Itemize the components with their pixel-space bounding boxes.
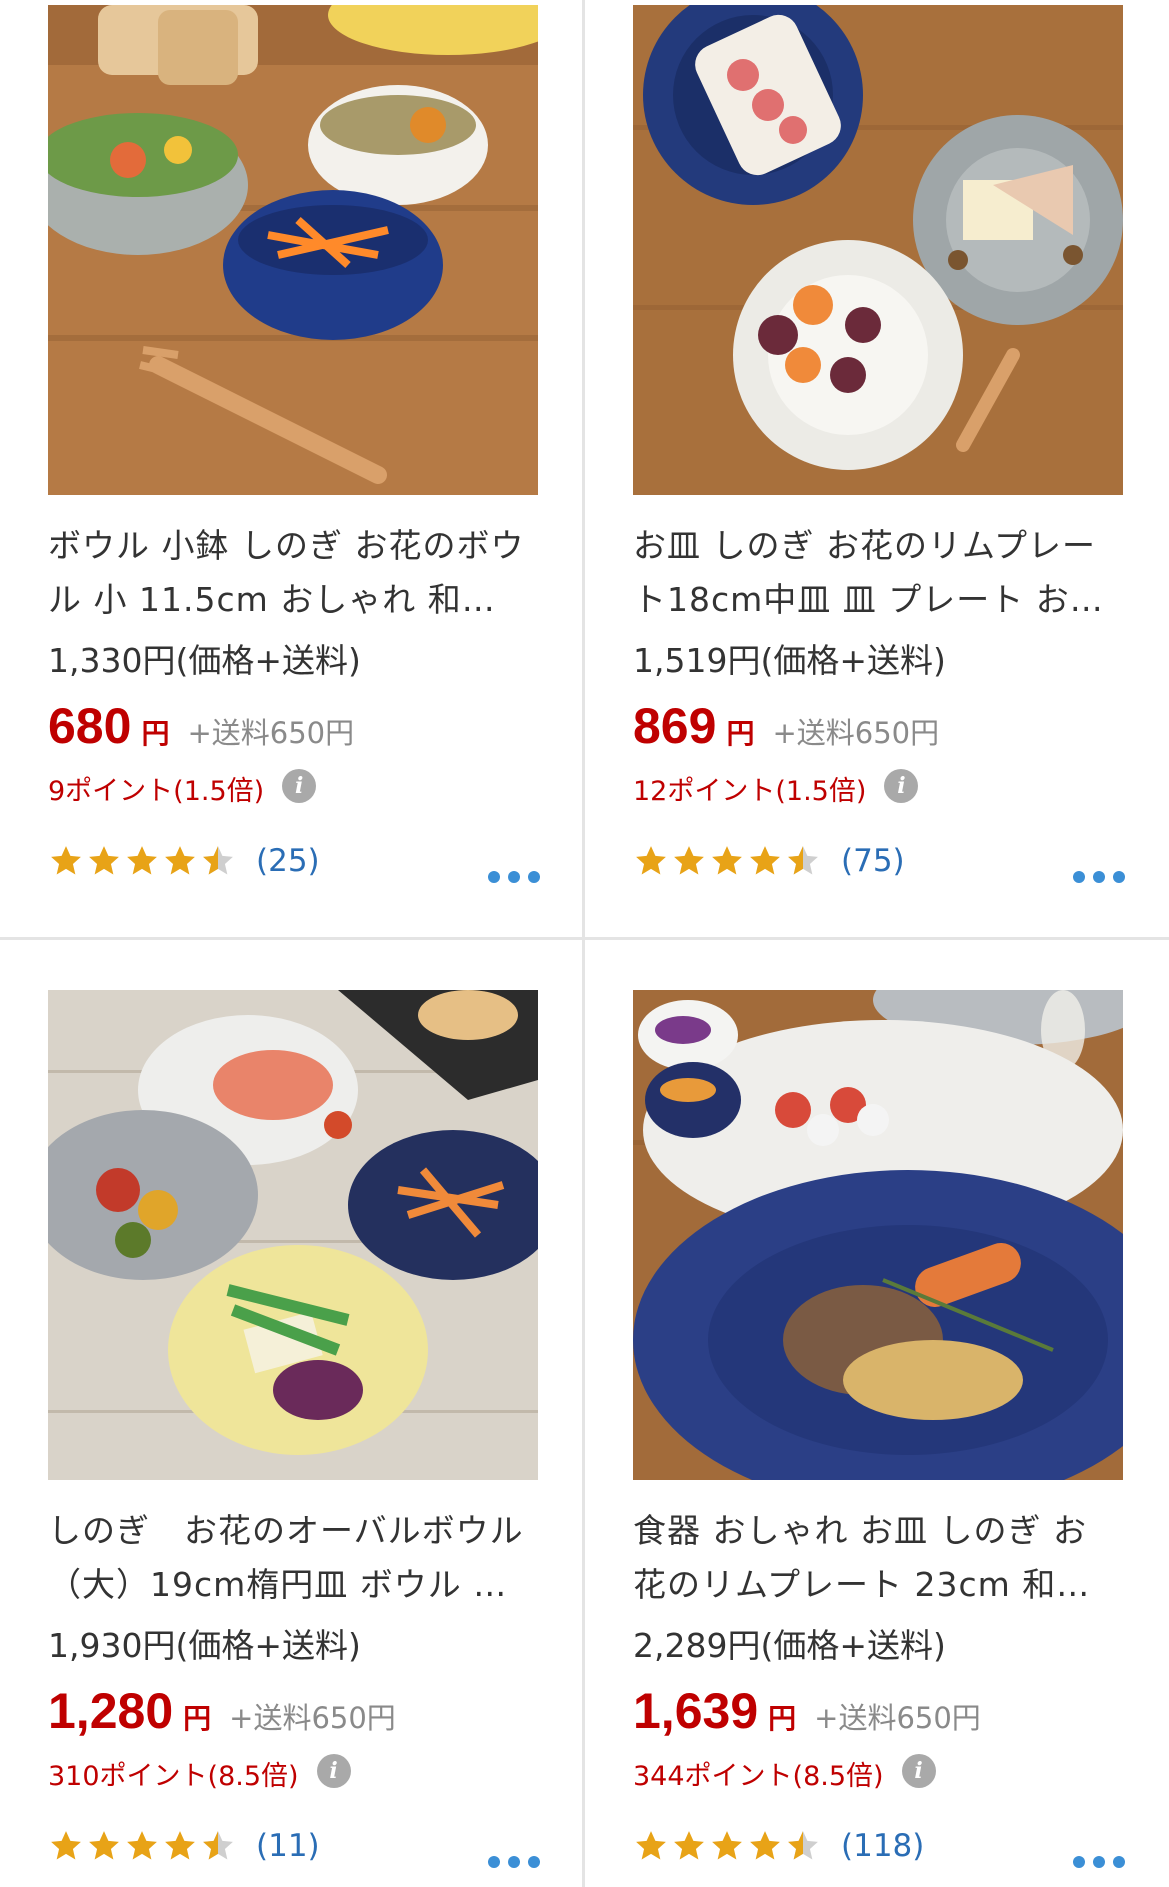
product-photo-bowl-salads[interactable]	[48, 5, 538, 495]
star-full-icon	[165, 846, 195, 875]
shipping-fee: +送料650円	[187, 716, 355, 750]
rating-row[interactable]: (118)	[633, 1828, 924, 1864]
info-icon[interactable]: i	[316, 1753, 351, 1788]
product-title[interactable]: しのぎ お花のオーバルボウル（大）19cm楕円皿 ボウル おしゃれ	[48, 1504, 528, 1612]
star-full-icon	[712, 846, 742, 875]
star-rating	[633, 1829, 823, 1863]
star-full-icon	[636, 1831, 666, 1860]
row-divider	[0, 937, 1169, 940]
star-full-icon	[127, 1831, 157, 1860]
star-full-icon	[750, 1831, 780, 1860]
rating-row[interactable]: (25)	[48, 843, 320, 879]
star-full-icon	[674, 1831, 704, 1860]
product-photo-rim-plates[interactable]	[633, 5, 1123, 495]
points-row: 344ポイント(8.5倍) i	[633, 1753, 936, 1793]
review-count[interactable]: (25)	[256, 843, 320, 879]
star-rating	[48, 844, 238, 878]
star-half-icon	[788, 1831, 818, 1860]
shipping-fee: +送料650円	[814, 1701, 981, 1735]
product-photo-oval-bowls[interactable]	[48, 990, 538, 1480]
review-count[interactable]: (11)	[256, 1828, 320, 1864]
price-value: 1,639	[633, 1683, 759, 1739]
points-row: 12ポイント(1.5倍) i	[633, 768, 919, 808]
more-options-icon[interactable]	[1073, 871, 1133, 883]
total-price: 1,330円(価格+送料)	[48, 641, 361, 680]
price-row: 680 円 +送料650円	[48, 697, 354, 755]
star-full-icon	[89, 846, 119, 875]
points-row: 310ポイント(8.5倍) i	[48, 1753, 351, 1793]
star-full-icon	[51, 1831, 81, 1860]
star-half-icon	[203, 846, 233, 875]
review-count[interactable]: (118)	[841, 1828, 924, 1864]
star-rating	[48, 1829, 238, 1863]
product-photo-rim-plate-23cm[interactable]	[633, 990, 1123, 1480]
price-value: 869	[633, 698, 717, 754]
points-label: 9ポイント(1.5倍)	[48, 776, 265, 807]
price-currency: 円	[768, 1702, 797, 1735]
price-row: 1,639 円 +送料650円	[633, 1682, 981, 1740]
rating-row[interactable]: (11)	[48, 1828, 320, 1864]
info-icon[interactable]: i	[282, 768, 317, 803]
more-options-icon[interactable]	[1073, 1856, 1133, 1868]
star-full-icon	[51, 846, 81, 875]
price-currency: 円	[141, 717, 170, 750]
product-title[interactable]: お皿 しのぎ お花のリムプレート18cm中皿 皿 プレート おしゃれ	[633, 519, 1113, 627]
star-rating	[633, 844, 823, 878]
total-price: 1,519円(価格+送料)	[633, 641, 946, 680]
star-full-icon	[165, 1831, 195, 1860]
star-full-icon	[674, 846, 704, 875]
info-icon[interactable]: i	[884, 768, 919, 803]
shipping-fee: +送料650円	[772, 716, 940, 750]
points-label: 344ポイント(8.5倍)	[633, 1761, 884, 1792]
star-full-icon	[89, 1831, 119, 1860]
price-value: 680	[48, 698, 132, 754]
star-half-icon	[203, 1831, 233, 1860]
price-currency: 円	[726, 717, 755, 750]
total-price: 1,930円(価格+送料)	[48, 1626, 361, 1665]
star-half-icon	[788, 846, 818, 875]
total-price: 2,289円(価格+送料)	[633, 1626, 946, 1665]
star-full-icon	[127, 846, 157, 875]
product-title[interactable]: 食器 おしゃれ お皿 しのぎ お花のリムプレート 23cm 和食器	[633, 1504, 1113, 1612]
review-count[interactable]: (75)	[841, 843, 905, 879]
points-label: 310ポイント(8.5倍)	[48, 1761, 299, 1792]
product-grid: ボウル 小鉢 しのぎ お花のボウル 小 11.5cm おしゃれ 和食器 1,33…	[0, 0, 1169, 1887]
product-title[interactable]: ボウル 小鉢 しのぎ お花のボウル 小 11.5cm おしゃれ 和食器	[48, 519, 528, 627]
points-label: 12ポイント(1.5倍)	[633, 776, 867, 807]
points-row: 9ポイント(1.5倍) i	[48, 768, 317, 808]
column-divider	[582, 0, 585, 1887]
star-full-icon	[750, 846, 780, 875]
more-options-icon[interactable]	[488, 1856, 548, 1868]
more-options-icon[interactable]	[488, 871, 548, 883]
shipping-fee: +送料650円	[229, 1701, 396, 1735]
star-full-icon	[636, 846, 666, 875]
price-value: 1,280	[48, 1683, 174, 1739]
info-icon[interactable]: i	[901, 1753, 936, 1788]
price-currency: 円	[183, 1702, 212, 1735]
price-row: 869 円 +送料650円	[633, 697, 939, 755]
star-full-icon	[712, 1831, 742, 1860]
rating-row[interactable]: (75)	[633, 843, 905, 879]
price-row: 1,280 円 +送料650円	[48, 1682, 396, 1740]
